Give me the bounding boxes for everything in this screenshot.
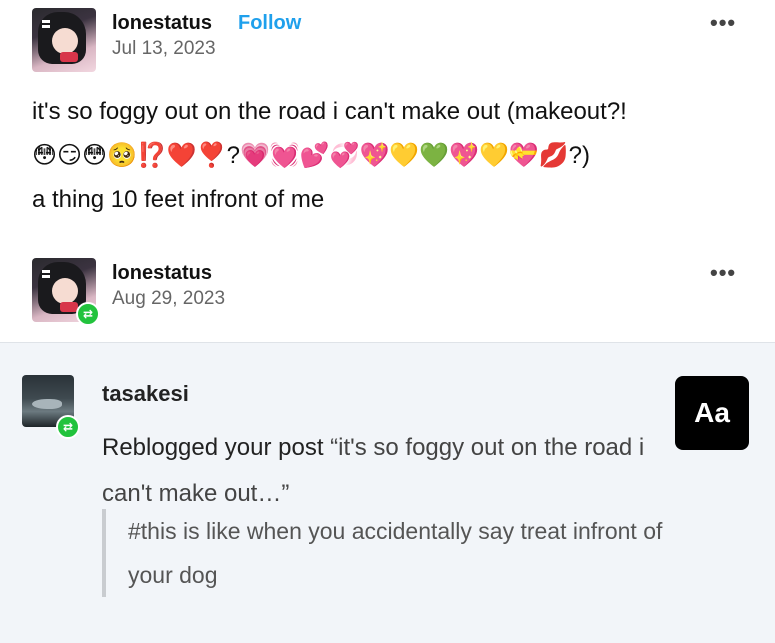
post-text-line: it's so foggy out on the road i can't ma… xyxy=(32,98,627,125)
post-date[interactable]: Jul 13, 2023 xyxy=(112,38,216,60)
more-options-icon[interactable]: ••• xyxy=(710,10,736,36)
avatar-face xyxy=(52,28,78,54)
more-options-icon[interactable]: ••• xyxy=(710,260,736,286)
reblog-username[interactable]: lonestatus xyxy=(112,262,212,285)
follow-button[interactable]: Follow xyxy=(238,12,301,35)
reblog-date[interactable]: Aug 29, 2023 xyxy=(112,288,225,310)
notification-message: Reblogged your post “it's so foggy out o… xyxy=(102,425,662,517)
avatar-face xyxy=(52,278,78,304)
notification-tags: #this is like when you accidentally say … xyxy=(102,509,668,597)
post-text-line: a thing 10 feet infront of me xyxy=(32,186,325,213)
avatar-bow xyxy=(60,52,78,62)
avatar-clip xyxy=(42,275,50,278)
notification-action: Reblogged your post xyxy=(102,434,324,461)
avatar-clip xyxy=(42,270,50,273)
post-username[interactable]: lonestatus xyxy=(112,12,212,35)
avatar-lonestatus[interactable] xyxy=(32,8,96,72)
reblog-icon: ⇄ xyxy=(76,302,100,326)
avatar-shark xyxy=(32,399,62,409)
post-body: it's so foggy out on the road i can't ma… xyxy=(32,90,752,222)
activity-notification[interactable]: ⇄ tasakesi Reblogged your post “it's so … xyxy=(0,342,775,643)
reblog-icon: ⇄ xyxy=(56,415,80,439)
text-style-button[interactable]: Aa xyxy=(675,376,749,450)
notification-username[interactable]: tasakesi xyxy=(102,381,189,407)
post-emoji-line: 😳😏😳🥺⁉️❤️❣️?💗💓💕💞💖💛💚💖💛💝💋?) xyxy=(32,142,590,169)
avatar-clip xyxy=(42,20,50,23)
avatar-clip xyxy=(42,25,50,28)
